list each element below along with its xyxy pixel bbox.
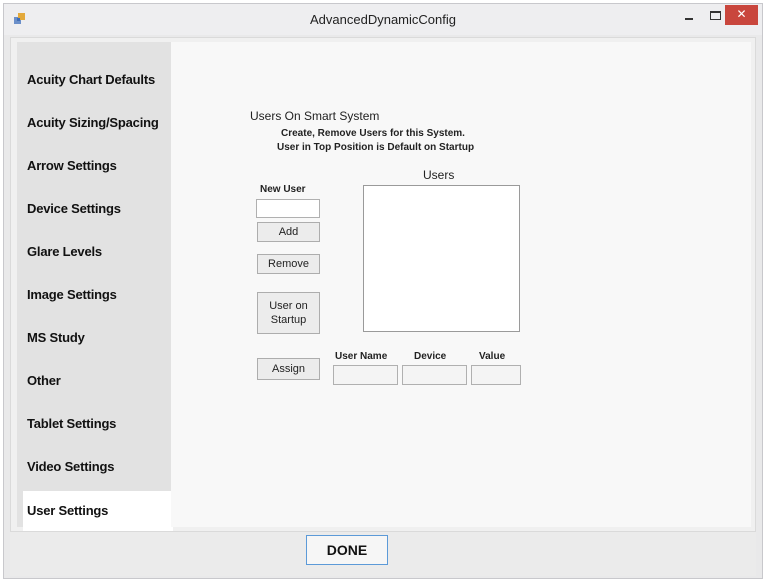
client-area: Acuity Chart Defaults Acuity Sizing/Spac… [10,37,756,532]
done-button[interactable]: DONE [306,535,388,565]
app-window: AdvancedDynamicConfig ✕ Acuity Chart Def… [3,3,763,579]
device-field[interactable] [402,365,467,385]
tab-acuity-sizing-spacing[interactable]: Acuity Sizing/Spacing [17,103,171,143]
title-bar[interactable]: AdvancedDynamicConfig ✕ [4,4,762,35]
instructions-line-2: User in Top Position is Default on Start… [277,142,475,153]
footer-bar: DONE [10,532,756,576]
new-user-label: New User [260,184,306,195]
tab-image-settings[interactable]: Image Settings [17,275,171,315]
tab-user-settings[interactable]: User Settings [23,491,173,531]
user-name-column-label: User Name [335,351,388,362]
user-on-startup-label-line-1: User on [269,300,308,312]
tab-video-settings[interactable]: Video Settings [17,447,171,487]
user-on-startup-label-line-2: Startup [270,314,307,326]
user-settings-panel: Users On Smart System Create, Remove Use… [171,42,751,527]
assign-button[interactable]: Assign [257,358,320,380]
instructions-line-1: Create, Remove Users for this System. [281,128,465,139]
tab-glare-levels[interactable]: Glare Levels [17,232,171,272]
panel-heading: Users On Smart System [250,109,380,123]
tab-device-settings[interactable]: Device Settings [17,189,171,229]
users-listbox[interactable] [363,185,520,332]
tab-tablet-settings[interactable]: Tablet Settings [17,404,171,444]
tab-arrow-settings[interactable]: Arrow Settings [17,146,171,186]
settings-tab-strip: Acuity Chart Defaults Acuity Sizing/Spac… [17,42,173,531]
minimize-button[interactable] [684,8,696,26]
users-list-label: Users [423,168,455,182]
user-on-startup-button[interactable]: User on Startup [257,292,320,334]
add-button[interactable]: Add [257,222,320,242]
user-name-field[interactable] [333,365,398,385]
tab-ms-study[interactable]: MS Study [17,318,171,358]
window-title: AdvancedDynamicConfig [310,12,456,27]
tab-other[interactable]: Other [17,361,171,401]
remove-button[interactable]: Remove [257,254,320,274]
device-column-label: Device [414,351,447,362]
value-field[interactable] [471,365,521,385]
new-user-input[interactable] [256,199,320,218]
value-column-label: Value [479,351,506,362]
close-button[interactable]: ✕ [725,5,758,25]
tab-acuity-chart-defaults[interactable]: Acuity Chart Defaults [17,60,171,100]
maximize-button[interactable] [710,11,721,20]
